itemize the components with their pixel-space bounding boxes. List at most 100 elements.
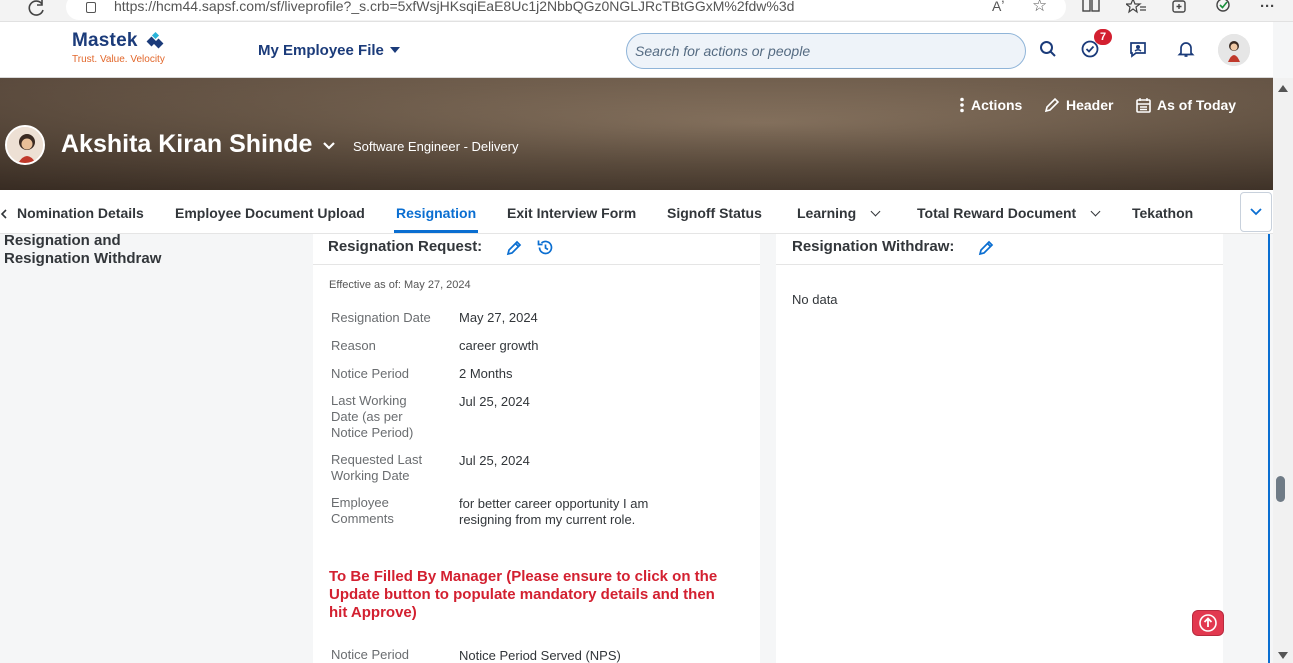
header-edit-button[interactable]: Header: [1044, 97, 1113, 113]
field-label-line: Last Working: [331, 393, 407, 408]
tab-bar: Nomination Details Employee Document Upl…: [0, 190, 1273, 234]
vertical-dots-icon: [960, 97, 964, 113]
address-bar[interactable]: https://hcm44.sapsf.com/sf/liveprofile?_…: [66, 0, 1066, 20]
chevron-down-icon: [1090, 206, 1101, 217]
chevron-down-icon: [870, 206, 881, 217]
more-menu-icon[interactable]: ···: [1260, 0, 1275, 15]
field-value: Jul 25, 2024: [459, 453, 530, 468]
field-label: Requested Last Working Date: [331, 452, 422, 484]
field-value: for better career opportunity I am resig…: [459, 496, 648, 528]
chevron-left-icon[interactable]: [0, 206, 8, 219]
field-value: career growth: [459, 338, 539, 353]
reload-icon[interactable]: [28, 0, 48, 18]
module-label: My Employee File: [258, 42, 384, 59]
tabs-overflow-button[interactable]: [1240, 192, 1272, 232]
card-header: Resignation Request:: [313, 234, 760, 265]
field-value: Notice Period Served (NPS): [459, 648, 621, 663]
todo-badge: 7: [1094, 29, 1112, 45]
module-switcher[interactable]: My Employee File: [258, 42, 400, 59]
field-label: Employee Comments: [331, 495, 394, 527]
resignation-withdraw-card: Resignation Withdraw:: [776, 234, 1223, 663]
tab-tekathon[interactable]: Tekathon: [1132, 205, 1193, 221]
caret-down-icon: [389, 47, 400, 53]
search-icon[interactable]: [1039, 40, 1059, 60]
field-value-line: for better career opportunity I am: [459, 496, 649, 511]
field-label-line: Notice Period): [331, 425, 414, 440]
resignation-withdraw-title: Resignation Withdraw:: [792, 238, 955, 255]
history-icon[interactable]: [536, 238, 555, 262]
favorites-icon[interactable]: [1124, 0, 1146, 18]
lock-icon: [86, 2, 96, 13]
no-data-text: No data: [792, 292, 838, 307]
resignation-request-title: Resignation Request:: [328, 238, 483, 255]
manager-instruction-line: To Be Filled By Manager (Please ensure t…: [329, 568, 718, 585]
chat-assistant-icon[interactable]: [1128, 40, 1148, 60]
field-label: Reason: [331, 338, 376, 353]
section-title-line2: Resignation Withdraw: [4, 250, 162, 267]
tab-learning-label: Learning: [797, 205, 857, 221]
tab-exit-interview-form[interactable]: Exit Interview Form: [507, 205, 636, 221]
logo-tagline: Trust. Value. Velocity: [72, 54, 165, 65]
field-label-line: Requested Last: [331, 452, 423, 467]
chevron-down-icon: [1250, 208, 1262, 216]
field-label-line: Working Date: [331, 468, 410, 483]
field-label: Notice Period: [331, 366, 410, 381]
actions-label: Actions: [971, 97, 1023, 113]
section-focus-indicator: [1268, 234, 1270, 663]
split-screen-icon[interactable]: [1082, 0, 1100, 18]
arrow-up-icon: [1199, 614, 1217, 632]
user-avatar[interactable]: [1218, 34, 1250, 66]
address-url[interactable]: https://hcm44.sapsf.com/sf/liveprofile?_…: [114, 0, 794, 14]
actions-button[interactable]: Actions: [959, 97, 1022, 113]
person-name: Akshita Kiran Shinde: [61, 130, 313, 158]
page-scrollbar[interactable]: [1273, 78, 1293, 663]
tab-total-reward-document[interactable]: Total Reward Document: [917, 205, 1101, 221]
company-logo[interactable]: Mastek Trust. Value. Velocity: [72, 30, 165, 65]
collections-icon[interactable]: [1171, 0, 1189, 18]
tab-learning[interactable]: Learning: [797, 205, 881, 221]
scroll-up-arrow-icon[interactable]: [1278, 85, 1288, 92]
field-label-line: Comments: [331, 511, 394, 526]
search-input[interactable]: [635, 40, 1015, 62]
pencil-icon[interactable]: [505, 239, 523, 262]
tab-resignation[interactable]: Resignation: [396, 205, 476, 221]
active-tab-indicator: [394, 230, 478, 233]
profile-header-banner: Actions Header As of Today Akshita Kiran…: [0, 78, 1273, 190]
bell-icon[interactable]: [1177, 40, 1197, 60]
profile-photo[interactable]: [5, 125, 45, 165]
field-value: Jul 25, 2024: [459, 394, 530, 409]
field-label: Notice Period: [331, 647, 410, 662]
tab-total-reward-label: Total Reward Document: [917, 205, 1077, 221]
tab-signoff-status[interactable]: Signoff Status: [667, 205, 762, 221]
pencil-icon[interactable]: [977, 239, 995, 262]
card-header: Resignation Withdraw:: [776, 234, 1223, 265]
tab-employee-document-upload[interactable]: Employee Document Upload: [175, 205, 365, 221]
person-job-title: Software Engineer - Delivery: [353, 139, 519, 154]
manager-instruction: To Be Filled By Manager (Please ensure t…: [329, 568, 749, 622]
back-to-top-button[interactable]: [1192, 610, 1224, 636]
calendar-icon: [1136, 98, 1151, 113]
favorite-star-icon[interactable]: ☆: [1032, 0, 1047, 16]
section-title: Resignation and Resignation Withdraw: [4, 232, 161, 268]
logo-mark-icon: [145, 31, 164, 50]
field-label-line: Employee: [331, 495, 389, 510]
extensions-icon[interactable]: [1215, 0, 1233, 18]
field-label-line: Date (as per: [331, 409, 403, 424]
chevron-down-icon[interactable]: [322, 138, 336, 156]
field-label: Last Working Date (as per Notice Period): [331, 393, 413, 441]
header-label: Header: [1066, 97, 1114, 113]
manager-instruction-line: hit Approve): [329, 604, 417, 621]
as-of-today-button[interactable]: As of Today: [1136, 97, 1236, 113]
browser-toolbar: https://hcm44.sapsf.com/sf/liveprofile?_…: [0, 0, 1293, 22]
read-aloud-icon[interactable]: Aʼ: [992, 0, 1004, 14]
tab-nomination-details[interactable]: Nomination Details: [17, 205, 144, 221]
search-field[interactable]: [626, 33, 1026, 69]
field-value: 2 Months: [459, 366, 513, 381]
scrollbar-thumb[interactable]: [1276, 476, 1285, 502]
shell-header: Mastek Trust. Value. Velocity My Employe…: [0, 22, 1273, 78]
field-value: May 27, 2024: [459, 310, 538, 325]
pencil-icon: [1044, 97, 1060, 113]
manager-instruction-line: Update button to populate mandatory deta…: [329, 586, 715, 603]
effective-date: Effective as of: May 27, 2024: [329, 279, 471, 291]
scroll-down-arrow-icon[interactable]: [1278, 652, 1288, 659]
